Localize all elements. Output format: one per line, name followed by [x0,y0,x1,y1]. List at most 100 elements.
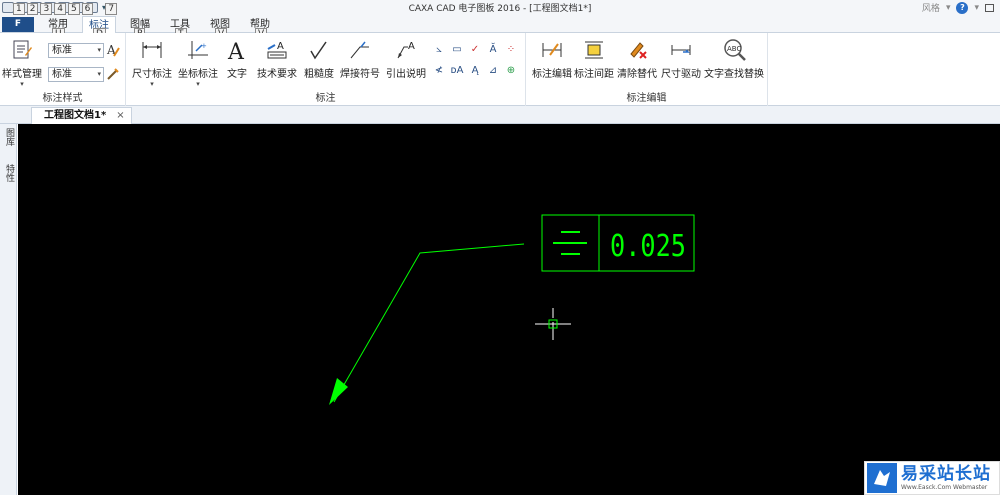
technical-requirements-label: 技术要求 [257,69,297,80]
group-dimension-style: 样式管理 ▾ 标准 ▾ 标准 ▾ A 标注样式 [0,33,126,106]
restore-window-icon[interactable] [985,3,994,12]
find-replace-text-button[interactable]: ABC 文字查找替换 [704,37,764,80]
watermark-text: 易采站长站 Www.Easck.Com Webmaster [901,463,991,492]
dimension-style-value: 标准 [52,45,72,56]
annotation-spacing-label: 标注间距 [574,69,614,80]
dimension-drive-label: 尺寸驱动 [661,69,701,80]
dim-style-icon[interactable]: A [106,42,120,61]
keytip: 2 [26,3,39,15]
group-annotation-edit: 标注编辑 标注间距 清除替代 尺寸驱动 ABC 文字查找替换 标注编辑 [526,33,768,106]
text-style-icon[interactable] [106,66,120,85]
file-menu-button[interactable]: F [2,17,34,32]
chevron-down-icon: ▾ [97,70,101,78]
weld-symbol-icon [347,37,373,63]
chamfer-dimension-icon[interactable]: ≮ [430,60,448,81]
find-replace-text-icon: ABC [721,37,747,63]
chevron-down-icon[interactable]: ▾ [176,80,220,88]
chevron-down-icon: ▾ [97,46,101,54]
keytip: 3 [40,3,53,15]
ribbon: 样式管理 ▾ 标准 ▾ 标准 ▾ A 标注样式 尺寸标注 ▾ + 坐标标注 ▾ … [0,33,1000,106]
watermark-logo-icon [867,463,897,493]
site-watermark: 易采站长站 Www.Easck.Com Webmaster [864,461,1000,495]
watermark-sub: Www.Easck.Com Webmaster [901,483,988,491]
style-selector[interactable]: 风格 [922,1,940,14]
circle-mark-icon[interactable]: ⊕ [502,60,520,81]
crosshair-cursor-icon [535,308,571,340]
annotation-spacing-button[interactable]: 标注间距 [574,37,614,80]
weld-symbol-label: 焊接符号 [340,69,380,80]
document-tab-bar: 工程图文档1* × [0,106,1000,124]
side-panel: 图库 特性 [0,124,17,495]
clear-override-label: 清除替代 [617,69,657,80]
close-icon[interactable]: × [116,108,124,124]
text-button[interactable]: A 文字 [224,37,250,80]
edit-annotation-icon [539,37,565,63]
roughness-label: 粗糙度 [304,69,334,80]
drawing-svg: 0.025 [329,214,695,405]
leader-note-label: 引出说明 [386,69,426,80]
chevron-down-icon[interactable]: ▾ [130,80,174,88]
dimension-drive-button[interactable]: 尺寸驱动 [660,37,702,80]
angle-dimension-icon[interactable]: ⦣ [430,39,448,60]
svg-text:+: + [201,42,207,50]
dimension-style-select[interactable]: 标准 ▾ [48,43,104,58]
chevron-down-icon[interactable]: ▾ [946,3,951,13]
help-icon[interactable]: ? [956,1,969,14]
balloon-icon[interactable]: ᴅA [448,60,466,81]
style-manager-icon [9,37,35,63]
help-dropdown-icon[interactable]: ▾ [974,3,979,13]
document-tab-title: 工程图文档1* [44,110,107,121]
dimension-button[interactable]: 尺寸标注 ▾ [130,37,174,88]
symmetry-symbol-icon [553,231,587,255]
watermark-main: 易采站长站 [901,463,991,484]
keytip: 6 [81,3,94,15]
dimension-drive-icon [668,37,694,63]
dimension-icon [139,37,165,63]
tolerance-value: 0.025 [610,229,686,264]
side-tab-library[interactable]: 图库 [3,128,14,146]
technical-requirements-icon: A [264,37,290,63]
style-manager-button[interactable]: 样式管理 ▾ [2,37,42,88]
text-style-value: 标准 [52,69,72,80]
side-tab-properties[interactable]: 特性 [3,164,14,182]
keytip: 5 [67,3,80,15]
title-right-controls: 风格 ▾ ? ▾ [922,0,994,15]
taper-icon[interactable]: Ą [466,60,484,81]
chevron-down-icon[interactable]: ▾ [2,80,42,88]
style-manager-label: 样式管理 [2,69,42,80]
text-label: 文字 [227,69,247,80]
clear-override-button[interactable]: 清除替代 [616,37,658,80]
ribbon-tab-bar: F 常用 标注 图幅 工具 视图 帮助 U D P T V V [0,15,1000,40]
technical-requirements-button[interactable]: A 技术要求 [254,37,300,80]
keytip: 7 [105,3,118,15]
leader-note-button[interactable]: A 引出说明 [384,37,428,80]
coordinate-dimension-icon: + [185,37,211,63]
group-label: 标注样式 [42,93,83,104]
datum-icon[interactable]: ▭ [448,39,466,60]
drawing-canvas[interactable]: 0.025 [18,124,1000,495]
center-mark-icon[interactable]: ⁘ [502,39,520,60]
find-replace-text-label: 文字查找替换 [704,69,764,80]
title-bar: ▾ CAXA CAD 电子图板 2016 - [工程图文档1*] 风格 ▾ ? … [0,0,1000,15]
symbol-icon[interactable]: ⊿ [484,60,502,81]
text-style-select[interactable]: 标准 ▾ [48,67,104,82]
window-title: CAXA CAD 电子图板 2016 - [工程图文档1*] [408,4,592,14]
group-annotate: 尺寸标注 ▾ + 坐标标注 ▾ A 文字 A 技术要求 粗糙度 焊接符号 A 引… [126,33,526,106]
roughness-icon [306,37,332,63]
dimension-label: 尺寸标注 [132,69,172,80]
annotation-spacing-icon [581,37,607,63]
hole-callout-icon[interactable]: ✓ [466,39,484,60]
weld-symbol-button[interactable]: 焊接符号 [338,37,382,80]
svg-text:A: A [227,40,245,62]
document-tab[interactable]: 工程图文档1* × [31,107,132,124]
group-label: 标注 [315,93,336,104]
text-icon: A [224,37,250,63]
leader-line[interactable] [333,243,525,403]
keytip: 4 [54,3,66,15]
tolerance-icon[interactable]: Ă [484,39,502,60]
edit-annotation-button[interactable]: 标注编辑 [532,37,572,80]
svg-text:A: A [408,41,415,52]
coordinate-dimension-button[interactable]: + 坐标标注 ▾ [176,37,220,88]
roughness-button[interactable]: 粗糙度 [302,37,336,80]
svg-text:A: A [277,41,284,52]
